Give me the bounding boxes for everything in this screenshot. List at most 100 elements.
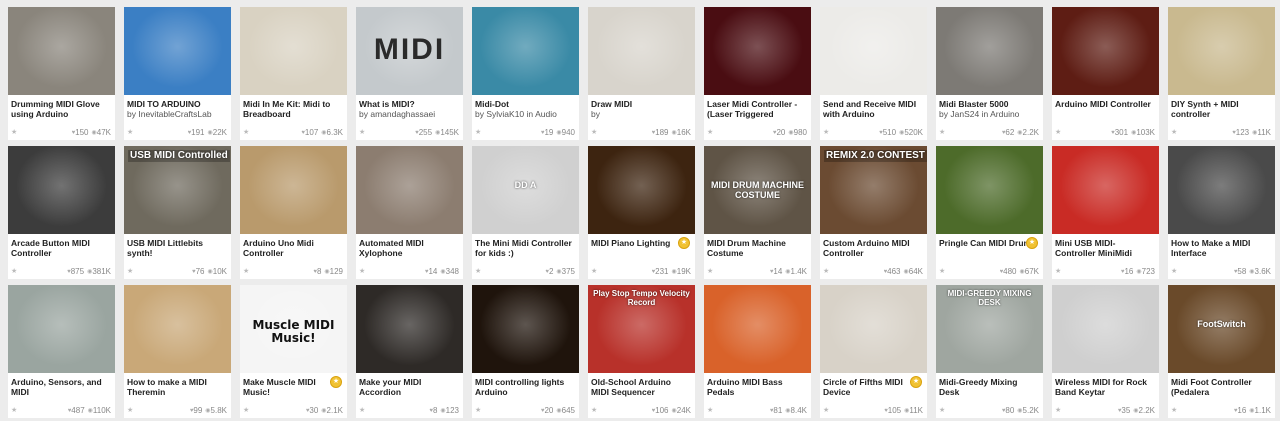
project-thumbnail[interactable]: Play Stop Tempo Velocity Record [588, 285, 695, 373]
project-thumbnail[interactable] [472, 285, 579, 373]
author-link[interactable]: SylviaK10 [486, 109, 524, 119]
project-title[interactable]: MIDI Piano Lighting [591, 238, 691, 248]
project-thumbnail[interactable] [1052, 7, 1159, 95]
project-card[interactable]: MIDI Piano Lighting ★ ★ ♥231 ◉19K [588, 146, 695, 279]
project-thumbnail[interactable] [820, 7, 927, 95]
project-title[interactable]: Midi Foot Controller (Pedalera [1171, 377, 1271, 397]
project-title[interactable]: Midi In Me Kit: Midi to Breadboard [243, 99, 343, 119]
project-thumbnail[interactable]: USB MIDI Controlled [124, 146, 231, 234]
project-title[interactable]: USB MIDI Littlebits synth! [127, 238, 227, 258]
author-link[interactable]: amandaghassaei [370, 109, 435, 119]
project-thumbnail[interactable] [936, 7, 1043, 95]
project-thumbnail[interactable] [1052, 285, 1159, 373]
project-card[interactable]: Arduino Uno Midi Controller ★ ♥8 ◉129 [240, 146, 347, 279]
project-title[interactable]: Mini USB MIDI-Controller MiniMidi [1055, 238, 1155, 258]
project-card[interactable]: Arduino, Sensors, and MIDI ★ ♥487 ◉110K [8, 285, 115, 418]
project-card[interactable]: Midi In Me Kit: Midi to Breadboard ★ ♥107 ◉… [240, 7, 347, 140]
project-title[interactable]: Midi-Dot [475, 99, 575, 109]
project-title[interactable]: Draw MIDI [591, 99, 691, 109]
category-link[interactable]: Arduino [990, 109, 1019, 119]
project-card[interactable]: How to Make a MIDI Interface ★ ♥58 ◉3.6K [1168, 146, 1275, 279]
project-thumbnail[interactable] [356, 285, 463, 373]
project-thumbnail[interactable]: MIDI DRUM MACHINE COSTUME [704, 146, 811, 234]
project-thumbnail[interactable] [588, 7, 695, 95]
project-thumbnail[interactable]: FootSwitch [1168, 285, 1275, 373]
project-thumbnail[interactable] [8, 7, 115, 95]
project-title[interactable]: Make Muscle MIDI Music! [243, 377, 343, 397]
project-title[interactable]: Custom Arduino MIDI Controller [823, 238, 923, 258]
project-title[interactable]: How to Make a MIDI Interface [1171, 238, 1271, 258]
project-card[interactable]: Mini USB MIDI-Controller MiniMidi ★ ♥16 ◉72… [1052, 146, 1159, 279]
project-thumbnail[interactable] [356, 146, 463, 234]
project-thumbnail[interactable] [472, 7, 579, 95]
project-title[interactable]: Wireless MIDI for Rock Band Keytar [1055, 377, 1155, 397]
project-title[interactable]: MIDI TO ARDUINO [127, 99, 227, 109]
author-link[interactable]: JanS24 [950, 109, 979, 119]
project-card[interactable]: Drumming MIDI Glove using Arduino ★ ♥150 ◉4… [8, 7, 115, 140]
project-card[interactable]: Muscle MIDI Music! Make Muscle MIDI Music… [240, 285, 347, 418]
project-card[interactable]: Arduino MIDI Bass Pedals ★ ♥81 ◉8.4K [704, 285, 811, 418]
project-card[interactable]: Midi Blaster 5000 by JanS24 in Arduino ★ ♥6… [936, 7, 1043, 140]
project-card[interactable]: MIDI DRUM MACHINE COSTUME MIDI Drum Machi… [704, 146, 811, 279]
project-title[interactable]: MIDI Drum Machine Costume [707, 238, 807, 258]
category-link[interactable]: Audio [535, 109, 557, 119]
project-title[interactable]: DIY Synth + MIDI controller [1171, 99, 1271, 119]
project-card[interactable]: Automated MIDI Xylophone ★ ♥14 ◉348 [356, 146, 463, 279]
project-thumbnail[interactable] [820, 285, 927, 373]
project-title[interactable]: Drumming MIDI Glove using Arduino [11, 99, 111, 119]
project-card[interactable]: Arduino MIDI Controller ★ ♥301 ◉103K [1052, 7, 1159, 140]
project-thumbnail[interactable] [1052, 146, 1159, 234]
project-title[interactable]: Arcade Button MIDI Controller [11, 238, 111, 258]
project-title[interactable]: Circle of Fifths MIDI Device [823, 377, 923, 397]
project-thumbnail[interactable]: MIDI-GREEDY MIXING DESK [936, 285, 1043, 373]
project-card[interactable]: Laser Midi Controller - (Laser Triggered… [704, 7, 811, 140]
project-card[interactable]: MIDI controlling lights Arduino ★ ♥20 ◉645 [472, 285, 579, 418]
project-card[interactable]: MIDI TO ARDUINO by InevitableCraftsLab ★ ♥1… [124, 7, 231, 140]
author-link[interactable]: InevitableCraftsLab [138, 109, 211, 119]
project-card[interactable]: Draw MIDI by ★ ♥189 ◉16K [588, 7, 695, 140]
project-card[interactable]: DD A The Mini Midi Controller for kids :)… [472, 146, 579, 279]
project-title[interactable]: MIDI controlling lights Arduino [475, 377, 575, 397]
project-thumbnail[interactable]: REMIX 2.0 CONTEST [820, 146, 927, 234]
project-thumbnail[interactable] [704, 7, 811, 95]
project-title[interactable]: Make your MIDI Accordion [359, 377, 459, 397]
project-card[interactable]: Send and Receive MIDI with Arduino ★ ♥510 ◉… [820, 7, 927, 140]
project-card[interactable]: Pringle Can MIDI Drums ★ ★ ♥480 ◉67K [936, 146, 1043, 279]
project-card[interactable]: REMIX 2.0 CONTEST Custom Arduino MIDI Con… [820, 146, 927, 279]
project-thumbnail[interactable] [8, 285, 115, 373]
project-title[interactable]: Old-School Arduino MIDI Sequencer [591, 377, 691, 397]
project-card[interactable]: Circle of Fifths MIDI Device ★ ★ ♥105 ◉11K [820, 285, 927, 418]
project-thumbnail[interactable] [1168, 7, 1275, 95]
project-thumbnail[interactable] [8, 146, 115, 234]
project-thumbnail[interactable] [704, 285, 811, 373]
project-thumbnail[interactable] [240, 146, 347, 234]
project-title[interactable]: Send and Receive MIDI with Arduino [823, 99, 923, 119]
project-card[interactable]: How to make a MIDI Theremin ★ ♥99 ◉5.8K [124, 285, 231, 418]
project-thumbnail[interactable] [240, 7, 347, 95]
project-thumbnail[interactable] [124, 285, 231, 373]
project-title[interactable]: Midi-Greedy Mixing Desk [939, 377, 1039, 397]
project-card[interactable]: MIDI-GREEDY MIXING DESK Midi-Greedy Mixin… [936, 285, 1043, 418]
project-title[interactable]: How to make a MIDI Theremin [127, 377, 227, 397]
project-thumbnail[interactable]: DD A [472, 146, 579, 234]
project-thumbnail[interactable]: Muscle MIDI Music! [240, 285, 347, 373]
project-card[interactable]: Play Stop Tempo Velocity Record Old-Schoo… [588, 285, 695, 418]
project-title[interactable]: The Mini Midi Controller for kids :) [475, 238, 575, 258]
project-title[interactable]: Automated MIDI Xylophone [359, 238, 459, 258]
project-card[interactable]: FootSwitch Midi Foot Controller (Pedalera… [1168, 285, 1275, 418]
project-title[interactable]: Arduino MIDI Controller [1055, 99, 1155, 109]
project-card[interactable]: Arcade Button MIDI Controller ★ ♥875 ◉381K [8, 146, 115, 279]
project-thumbnail[interactable] [124, 7, 231, 95]
project-card[interactable]: USB MIDI Controlled USB MIDI Littlebits s… [124, 146, 231, 279]
project-card[interactable]: MIDI What is MIDI? by amandaghassaei ★ ♥255 ◉… [356, 7, 463, 140]
project-title[interactable]: Arduino, Sensors, and MIDI [11, 377, 111, 397]
project-title[interactable]: Midi Blaster 5000 [939, 99, 1039, 109]
project-card[interactable]: Midi-Dot by SylviaK10 in Audio ★ ♥19 ◉940 [472, 7, 579, 140]
project-thumbnail[interactable] [588, 146, 695, 234]
project-thumbnail[interactable] [936, 146, 1043, 234]
project-card[interactable]: Wireless MIDI for Rock Band Keytar ★ ♥35 ◉2… [1052, 285, 1159, 418]
project-title[interactable]: What is MIDI? [359, 99, 459, 109]
project-card[interactable]: Make your MIDI Accordion ★ ♥8 ◉123 [356, 285, 463, 418]
project-title[interactable]: Arduino Uno Midi Controller [243, 238, 343, 258]
project-title[interactable]: Arduino MIDI Bass Pedals [707, 377, 807, 397]
